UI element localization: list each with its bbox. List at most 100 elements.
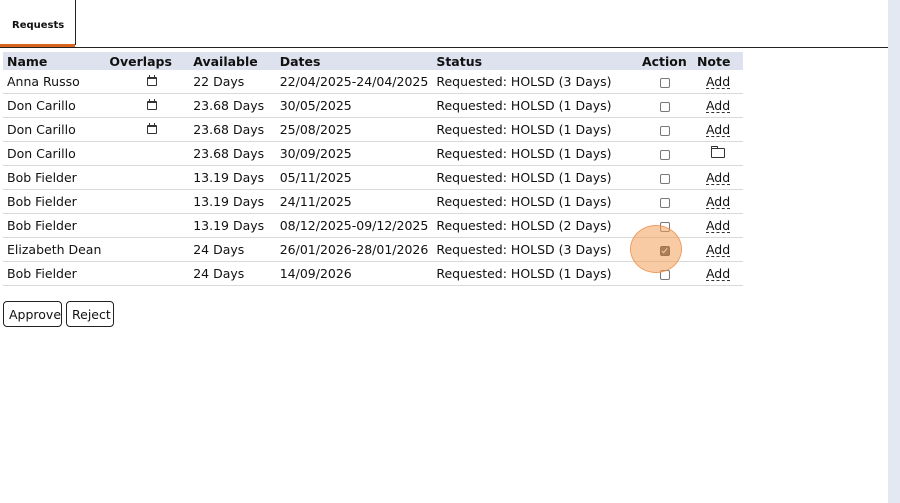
table-body: Anna Russo 22 Days 22/04/2025-24/04/2025 Re… <box>3 70 743 286</box>
select-checkbox[interactable] <box>660 269 671 280</box>
action-cell <box>637 213 693 238</box>
available-days: 23.68 Days <box>189 117 276 142</box>
employee-name: Anna Russo <box>3 70 106 94</box>
note-cell: Add <box>692 237 743 262</box>
table-row: Bob Fielder 13.19 Days 08/12/2025-09/12/20… <box>3 213 743 238</box>
tab-bar: Requests <box>0 0 888 48</box>
header-status[interactable]: Status <box>432 52 638 70</box>
employee-name: Don Carillo <box>3 117 106 142</box>
note-cell: Add <box>692 189 743 214</box>
note-cell: Add <box>692 117 743 142</box>
employee-name: Don Carillo <box>3 141 106 166</box>
available-days: 13.19 Days <box>189 189 276 214</box>
request-dates: 14/09/2026 <box>275 261 433 286</box>
select-checkbox[interactable] <box>660 221 671 232</box>
request-status: Requested: HOLSD (3 Days) <box>432 237 638 262</box>
request-status: Requested: HOLSD (1 Days) <box>432 261 638 286</box>
action-cell <box>637 117 693 142</box>
request-dates: 24/11/2025 <box>275 189 433 214</box>
employee-name: Don Carillo <box>3 93 106 118</box>
request-status: Requested: HOLSD (3 Days) <box>432 70 638 94</box>
overlaps-cell <box>105 141 190 166</box>
header-name[interactable]: Name <box>3 52 106 70</box>
header-overlaps[interactable]: Overlaps <box>105 52 190 70</box>
request-dates: 26/01/2026-28/01/2026 <box>275 237 433 262</box>
approve-button[interactable]: Approve <box>3 301 62 327</box>
select-checkbox[interactable] <box>660 173 671 184</box>
select-checkbox[interactable] <box>660 149 671 160</box>
select-checkbox[interactable] <box>660 197 671 208</box>
select-checkbox[interactable] <box>660 245 671 256</box>
add-note-link[interactable]: Add <box>705 123 731 137</box>
table-header-row: Name Overlaps Available Dates Status Act… <box>3 52 743 70</box>
action-cell <box>637 189 693 214</box>
employee-name: Elizabeth Dean <box>3 237 106 262</box>
add-note-link[interactable]: Add <box>705 75 731 89</box>
select-checkbox[interactable] <box>660 77 671 88</box>
employee-name: Bob Fielder <box>3 213 106 238</box>
table-row: Don Carillo 23.68 Days 25/08/2025 Requested… <box>3 117 743 142</box>
overlaps-cell <box>105 165 190 190</box>
overlaps-cell <box>105 117 190 142</box>
request-dates: 22/04/2025-24/04/2025 <box>275 70 433 94</box>
available-days: 24 Days <box>189 237 276 262</box>
request-dates: 30/09/2025 <box>275 141 433 166</box>
table-row: Bob Fielder 13.19 Days 24/11/2025 Requested… <box>3 189 743 214</box>
add-note-link[interactable]: Add <box>705 195 731 209</box>
header-dates[interactable]: Dates <box>275 52 433 70</box>
request-dates: 05/11/2025 <box>275 165 433 190</box>
header-action: Action <box>637 52 693 70</box>
active-tab-indicator <box>0 44 75 47</box>
overlaps-cell <box>105 70 190 94</box>
request-dates: 25/08/2025 <box>275 117 433 142</box>
calendar-icon[interactable] <box>147 99 158 110</box>
overlaps-cell <box>105 93 190 118</box>
right-edge-strip <box>888 0 900 503</box>
request-status: Requested: HOLSD (1 Days) <box>432 141 638 166</box>
note-cell: Add <box>692 165 743 190</box>
available-days: 13.19 Days <box>189 165 276 190</box>
overlaps-cell <box>105 189 190 214</box>
tab-requests-label: Requests <box>12 20 65 31</box>
request-dates: 30/05/2025 <box>275 93 433 118</box>
reject-button[interactable]: Reject <box>66 301 114 327</box>
calendar-icon[interactable] <box>147 75 158 86</box>
select-checkbox[interactable] <box>660 125 671 136</box>
table-row: Don Carillo 23.68 Days 30/09/2025 Requested… <box>3 141 743 166</box>
note-cell: Add <box>692 70 743 94</box>
calendar-icon[interactable] <box>147 123 158 134</box>
select-checkbox[interactable] <box>660 101 671 112</box>
available-days: 23.68 Days <box>189 93 276 118</box>
table-row: Don Carillo 23.68 Days 30/05/2025 Requested… <box>3 93 743 118</box>
overlaps-cell <box>105 261 190 286</box>
request-status: Requested: HOLSD (1 Days) <box>432 93 638 118</box>
note-cell: Add <box>692 261 743 286</box>
action-cell <box>637 165 693 190</box>
available-days: 22 Days <box>189 70 276 94</box>
table-row: Anna Russo 22 Days 22/04/2025-24/04/2025 Re… <box>3 70 743 94</box>
request-status: Requested: HOLSD (1 Days) <box>432 165 638 190</box>
action-cell <box>637 93 693 118</box>
add-note-link[interactable]: Add <box>705 267 731 281</box>
action-cell <box>637 237 693 262</box>
add-note-link[interactable]: Add <box>705 171 731 185</box>
add-note-link[interactable]: Add <box>705 99 731 113</box>
header-note: Note <box>692 52 743 70</box>
header-available[interactable]: Available <box>189 52 276 70</box>
note-cell <box>692 141 743 166</box>
overlaps-cell <box>105 237 190 262</box>
action-cell <box>637 70 693 94</box>
action-cell <box>637 141 693 166</box>
request-status: Requested: HOLSD (1 Days) <box>432 189 638 214</box>
table-row: Bob Fielder 24 Days 14/09/2026 Requested: H… <box>3 261 743 286</box>
tab-requests[interactable]: Requests <box>0 0 76 47</box>
request-dates: 08/12/2025-09/12/2025 <box>275 213 433 238</box>
add-note-link[interactable]: Add <box>705 219 731 233</box>
add-note-link[interactable]: Add <box>705 243 731 257</box>
action-cell <box>637 261 693 286</box>
folder-icon[interactable] <box>710 146 725 158</box>
overlaps-cell <box>105 213 190 238</box>
table-row: Bob Fielder 13.19 Days 05/11/2025 Requested… <box>3 165 743 190</box>
available-days: 13.19 Days <box>189 213 276 238</box>
employee-name: Bob Fielder <box>3 261 106 286</box>
